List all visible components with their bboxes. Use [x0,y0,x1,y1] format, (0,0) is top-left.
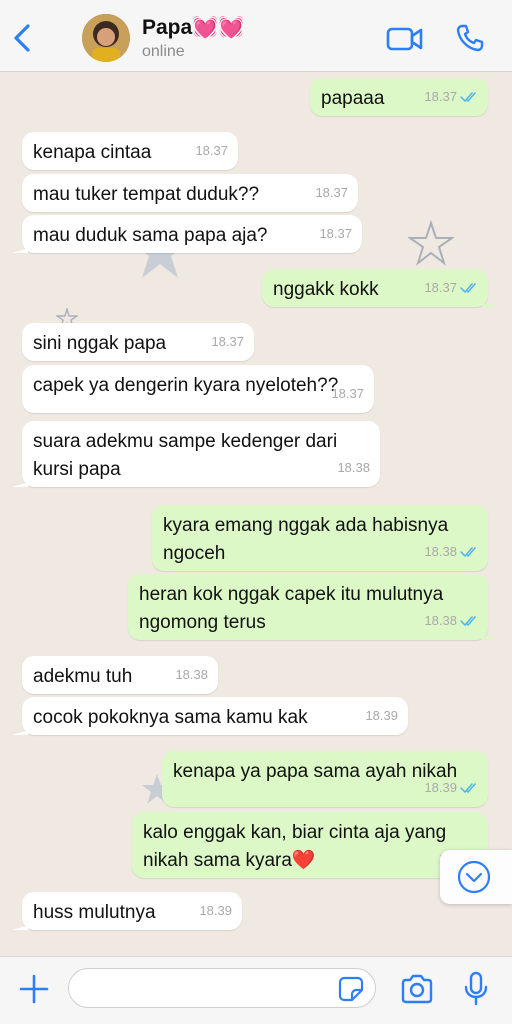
bubble-tail [482,293,498,307]
incoming-message[interactable]: adekmu tuh 18.38 [22,656,218,694]
incoming-message[interactable]: huss mulutnya 18.39 [22,892,242,930]
double-check-icon [460,783,476,794]
background-star-icon [408,220,454,266]
outgoing-message[interactable]: nggakk kokk 18.37 [262,269,488,307]
message-time: 18.38 [424,544,457,559]
phone-icon [456,24,484,52]
message-time: 18.37 [319,226,352,241]
message-meta: 18.37 [315,179,348,207]
message-text: kursi papa [33,459,121,480]
message-text: mau duduk sama papa aja? [33,225,268,246]
outgoing-message[interactable]: heran kok nggak capek itu mulutnya ngomon… [128,574,488,640]
message-meta: 18.37 [211,328,244,356]
outgoing-message[interactable]: papaaa 18.37 [310,78,488,116]
scroll-to-bottom-button[interactable] [440,850,512,904]
message-time: 18.37 [424,280,457,295]
outgoing-message[interactable]: kalo enggak kan, biar cinta aja yang nika… [132,812,488,878]
bubble-tail [482,626,498,640]
message-list[interactable]: papaaa 18.37 kenapa cintaa 18.37 mau tuker t… [0,72,512,956]
avatar-photo [82,14,130,62]
message-text: mau tuker tempat duduk?? [33,184,260,205]
plus-icon [19,974,49,1004]
bubble-tail [12,721,28,735]
message-meta: 18.39 [424,774,478,802]
message-text: kyara emang nggak ada habisnya [163,515,449,536]
message-time: 18.37 [211,334,244,349]
sticker-icon [338,976,364,1002]
double-check-icon [460,547,476,558]
message-meta: 18.37 [195,137,228,165]
incoming-message[interactable]: mau duduk sama papa aja? 18.37 [22,215,362,253]
message-time: 18.37 [315,185,348,200]
message-time: 18.37 [424,89,457,104]
chat-header: Papa💓💓 online [0,0,512,72]
message-meta: 18.38 [175,661,208,689]
message-input[interactable] [68,968,376,1008]
message-meta: 18.39 [199,897,232,925]
message-text: kalo enggak kan, biar cinta aja yang [143,822,447,843]
double-check-icon [460,283,476,294]
double-check-icon [460,616,476,627]
microphone-button[interactable] [462,971,490,1007]
microphone-icon [464,971,488,1006]
message-meta: 18.37 [424,274,478,302]
avatar[interactable] [82,14,130,62]
contact-status: online [142,43,185,60]
bubble-tail [12,916,28,930]
incoming-message[interactable]: mau tuker tempat duduk?? 18.37 [22,174,358,212]
outgoing-message[interactable]: kyara emang nggak ada habisnya ngoceh 18.3… [152,505,488,571]
message-text: capek ya dengerin kyara nyeloteh?? [33,375,339,396]
bubble-tail [12,239,28,253]
message-meta: 18.39 [365,702,398,730]
incoming-message[interactable]: suara adekmu sampe kedenger dari kursi pa… [22,421,380,487]
message-meta: 18.38 [424,538,478,566]
message-time: 18.38 [337,460,370,475]
video-camera-icon [386,27,423,51]
bubble-tail [12,473,28,487]
message-text: nikah sama kyara❤️ [143,850,316,871]
incoming-message[interactable]: cocok pokoknya sama kamu kak 18.39 [22,697,408,735]
message-time: 18.39 [199,903,232,918]
incoming-message[interactable]: sini nggak papa 18.37 [22,323,254,361]
message-time: 18.39 [424,780,457,795]
video-call-button[interactable] [386,24,424,54]
message-time: 18.38 [424,613,457,628]
outgoing-message[interactable]: kenapa ya papa sama ayah nikah 18.39 [162,751,488,807]
message-meta: 18.38 [337,454,370,482]
message-text: cocok pokoknya sama kamu kak [33,707,308,728]
message-text: heran kok nggak capek itu mulutnya [139,584,444,605]
message-text: suara adekmu sampe kedenger dari [33,431,338,452]
message-meta: 18.37 [331,380,364,408]
chevron-left-icon [14,24,30,52]
message-time: 18.39 [365,708,398,723]
camera-icon [401,974,433,1004]
sticker-button[interactable] [338,976,364,1002]
chevron-down-circle-icon [457,860,491,894]
double-check-icon [460,92,476,103]
voice-call-button[interactable] [454,22,486,54]
incoming-message[interactable]: kenapa cintaa 18.37 [22,132,238,170]
message-meta: 18.38 [424,607,478,635]
composer-bar [0,956,512,1024]
incoming-message[interactable]: capek ya dengerin kyara nyeloteh?? 18.37 [22,365,374,413]
contact-name[interactable]: Papa💓💓 [142,16,245,40]
back-button[interactable] [8,20,36,56]
attach-button[interactable] [18,973,50,1005]
message-meta: 18.37 [424,83,478,111]
camera-button[interactable] [400,974,434,1004]
message-time: 18.38 [175,667,208,682]
message-time: 18.37 [195,143,228,158]
message-meta: 18.37 [319,220,352,248]
message-time: 18.37 [331,386,364,401]
